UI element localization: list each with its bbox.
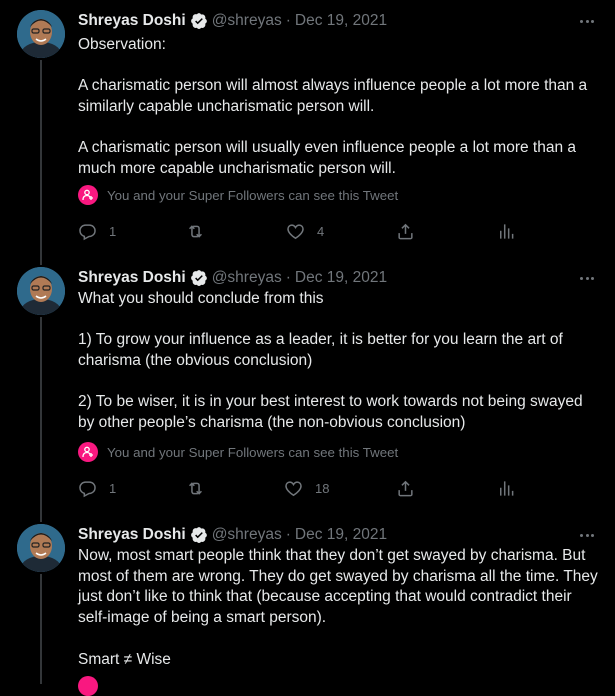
share-icon [398,480,413,497]
display-name[interactable]: Shreyas Doshi [78,269,186,287]
super-follow-notice: You and your Super Followers can see thi… [78,442,398,462]
display-name[interactable]: Shreyas Doshi [78,526,186,544]
tweet-header: Shreyas Doshi @shreyas · Dec 19, 2021 [78,267,387,289]
tweet[interactable]: Shreyas Doshi @shreyas · Dec 19, 2021 Ob… [0,10,615,265]
tweet-paragraph: A charismatic person will usually even i… [78,139,576,178]
analytics-icon [499,481,514,496]
like-count: 18 [315,481,330,496]
tweet-paragraph: Now, most smart people think that they d… [78,547,598,627]
tweet[interactable]: Shreyas Doshi @shreyas · Dec 19, 2021 No… [0,524,615,696]
timestamp[interactable]: Dec 19, 2021 [295,269,387,287]
more-options-icon[interactable] [577,269,597,287]
reply-count: 1 [109,481,117,496]
verified-badge-icon [190,269,208,287]
super-follow-icon [78,676,98,696]
reply-count: 1 [109,224,117,239]
super-follow-icon [78,185,98,205]
share-button[interactable] [396,479,415,498]
share-button[interactable] [396,222,415,241]
tweet-paragraph: Observation: [78,36,166,53]
avatar[interactable] [17,524,65,572]
super-follow-notice [78,676,107,696]
analytics-button[interactable] [496,222,515,241]
timestamp[interactable]: Dec 19, 2021 [295,526,387,544]
thread-line [40,317,42,522]
handle[interactable]: @shreyas [212,269,282,287]
handle[interactable]: @shreyas [212,12,282,30]
heart-icon [287,224,304,240]
retweet-icon [189,225,202,238]
thread-line [40,574,42,684]
tweet[interactable]: Shreyas Doshi @shreyas · Dec 19, 2021 Wh… [0,267,615,522]
separator: · [285,12,291,29]
tweet-paragraph: Smart ≠ Wise [78,650,171,668]
tweet-actions: 1 18 [78,479,518,501]
tweet-paragraph: A charismatic person will almost always … [78,77,588,116]
tweet-text: Now, most smart people think that they d… [78,546,603,670]
super-follow-text: You and your Super Followers can see thi… [107,187,399,203]
more-options-icon[interactable] [577,526,597,544]
verified-badge-icon [190,12,208,30]
tweet-paragraph: What you should conclude from this [78,290,324,307]
tweet-paragraph: 2) To be wiser, it is in your best inter… [78,393,583,432]
analytics-icon [499,224,514,239]
tweet-header: Shreyas Doshi @shreyas · Dec 19, 2021 [78,524,387,546]
share-icon [398,223,413,240]
heart-icon [285,481,302,497]
super-follow-icon [78,442,98,462]
like-button[interactable]: 18 [284,479,329,498]
tweet-paragraph: 1) To grow your influence as a leader, i… [78,331,563,370]
reply-icon [79,224,96,241]
retweet-button[interactable] [186,479,217,498]
super-follow-text: You and your Super Followers can see thi… [107,444,399,460]
like-button[interactable]: 4 [286,222,324,241]
thread-line [40,60,42,265]
display-name[interactable]: Shreyas Doshi [78,12,186,30]
separator: · [285,269,291,286]
avatar[interactable] [17,10,65,58]
verified-badge-icon [190,526,208,544]
avatar[interactable] [17,267,65,315]
reply-button[interactable]: 1 [78,479,116,498]
tweet-text: What you should conclude from this 1) To… [78,289,603,434]
like-count: 4 [317,224,325,239]
retweet-icon [189,482,202,495]
tweet-text: Observation: A charismatic person will a… [78,35,603,180]
tweet-header: Shreyas Doshi @shreyas · Dec 19, 2021 [78,10,387,32]
super-follow-notice: You and your Super Followers can see thi… [78,185,398,205]
separator: · [285,526,291,543]
more-options-icon[interactable] [577,12,597,30]
reply-icon [79,481,96,498]
reply-button[interactable]: 1 [78,222,116,241]
analytics-button[interactable] [496,479,515,498]
tweet-actions: 1 4 [78,222,518,244]
handle[interactable]: @shreyas [212,526,282,544]
retweet-button[interactable] [186,222,217,241]
timestamp[interactable]: Dec 19, 2021 [295,12,387,30]
